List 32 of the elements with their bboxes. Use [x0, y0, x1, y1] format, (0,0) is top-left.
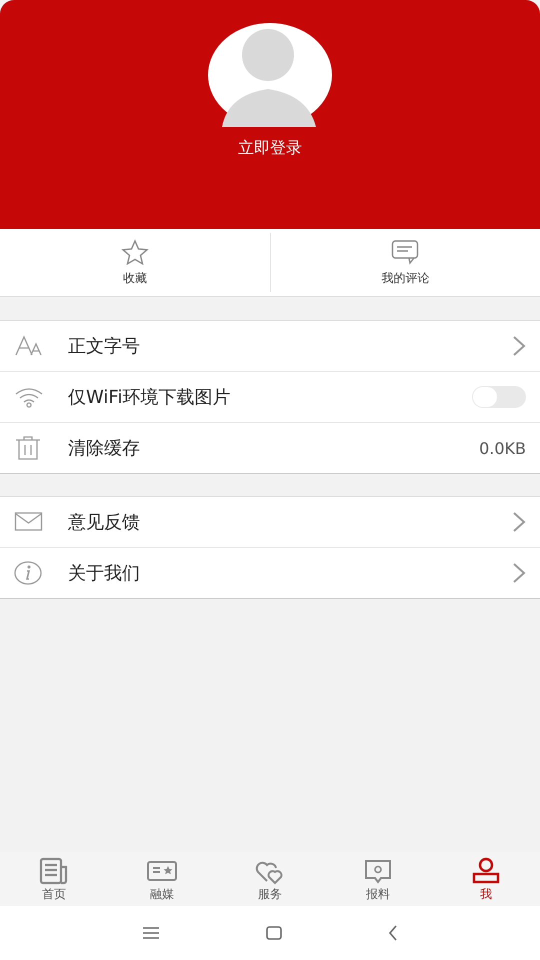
setting-label: 清除缓存 [68, 437, 141, 460]
setting-label: 关于我们 [68, 562, 141, 585]
setting-label: 意见反馈 [68, 511, 141, 534]
at-bubble-icon [362, 857, 394, 885]
comment-icon [391, 239, 420, 265]
shortcut-link[interactable]: 我的评论 [381, 270, 430, 287]
back-icon [388, 925, 398, 941]
chevron-right-icon [512, 562, 526, 584]
settings-row[interactable]: 关于我们 [0, 547, 540, 598]
settings-row[interactable]: 意见反馈 [0, 497, 540, 547]
avatar-silhouette-icon[interactable] [208, 23, 332, 127]
person-icon [470, 857, 502, 885]
star-icon [120, 239, 149, 265]
settings-row[interactable]: 仅WiFi环境下载图片 [0, 371, 540, 422]
cache-size: 0.0KB [479, 438, 526, 458]
settings-row[interactable]: 清除缓存 0.0KB [0, 422, 540, 473]
tab[interactable]: 我 [432, 852, 540, 906]
menu-icon [142, 926, 160, 940]
tab[interactable]: 首页 [0, 852, 108, 906]
setting-label: 仅WiFi环境下载图片 [68, 386, 232, 409]
tab[interactable]: 服务 [216, 852, 324, 906]
home-icon [266, 926, 282, 940]
chevron-right-icon [512, 511, 526, 533]
login-link[interactable]: 立即登录 [238, 138, 302, 159]
tab[interactable]: 融媒 [108, 852, 216, 906]
shortcut-link[interactable]: 收藏 [122, 270, 147, 287]
info-icon [14, 560, 44, 586]
setting-label: 正文字号 [68, 335, 141, 358]
settings-row[interactable]: 正文字号 [0, 321, 540, 371]
tab[interactable]: 报料 [324, 852, 432, 906]
chevron-right-icon [512, 335, 526, 357]
newspaper-icon [38, 857, 70, 885]
